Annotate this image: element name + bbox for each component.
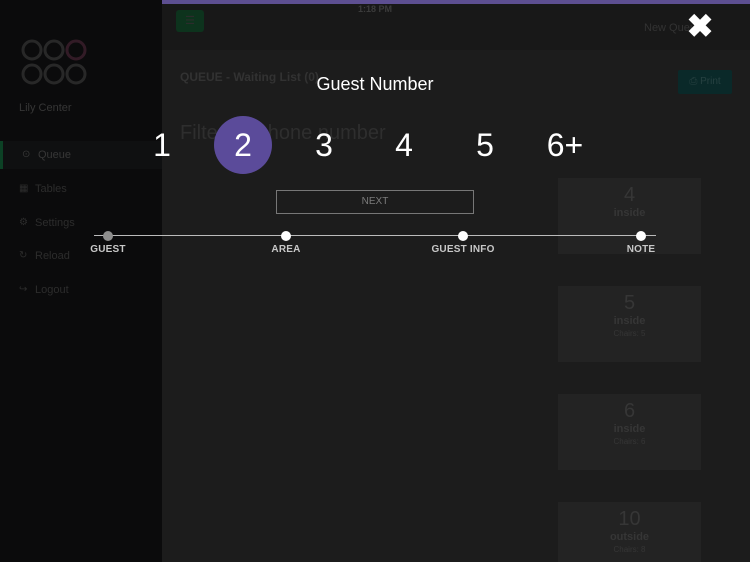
progress-step-label: AREA xyxy=(271,244,301,255)
guest-number-option[interactable]: 4 xyxy=(375,116,433,174)
progress-step-label: GUEST INFO xyxy=(431,244,495,255)
guest-number-option[interactable]: 2 xyxy=(214,116,272,174)
guest-number-modal: ✖ Guest Number 1 2 3 4 5 6+ NEXT GUEST AREA GUE… xyxy=(0,0,750,562)
guest-number-option[interactable]: 6+ xyxy=(536,116,594,174)
close-icon: ✖ xyxy=(686,8,714,44)
close-button[interactable]: ✖ xyxy=(684,10,716,42)
guest-number-option[interactable]: 1 xyxy=(133,116,191,174)
progress-step-label: GUEST xyxy=(90,244,126,255)
next-button[interactable]: NEXT xyxy=(276,190,474,214)
progress-step-dot xyxy=(636,231,646,241)
progress-track xyxy=(94,235,656,236)
progress-step-dot xyxy=(281,231,291,241)
modal-title: Guest Number xyxy=(316,74,434,94)
guest-number-option[interactable]: 3 xyxy=(295,116,353,174)
progress-step-dot xyxy=(458,231,468,241)
guest-number-option[interactable]: 5 xyxy=(456,116,514,174)
progress-step-label: NOTE xyxy=(626,244,656,255)
progress-step-dot xyxy=(103,231,113,241)
app: 1:18 PM ☰ New Queue Lily Center ⊙ Queue ▦ T… xyxy=(0,0,750,562)
